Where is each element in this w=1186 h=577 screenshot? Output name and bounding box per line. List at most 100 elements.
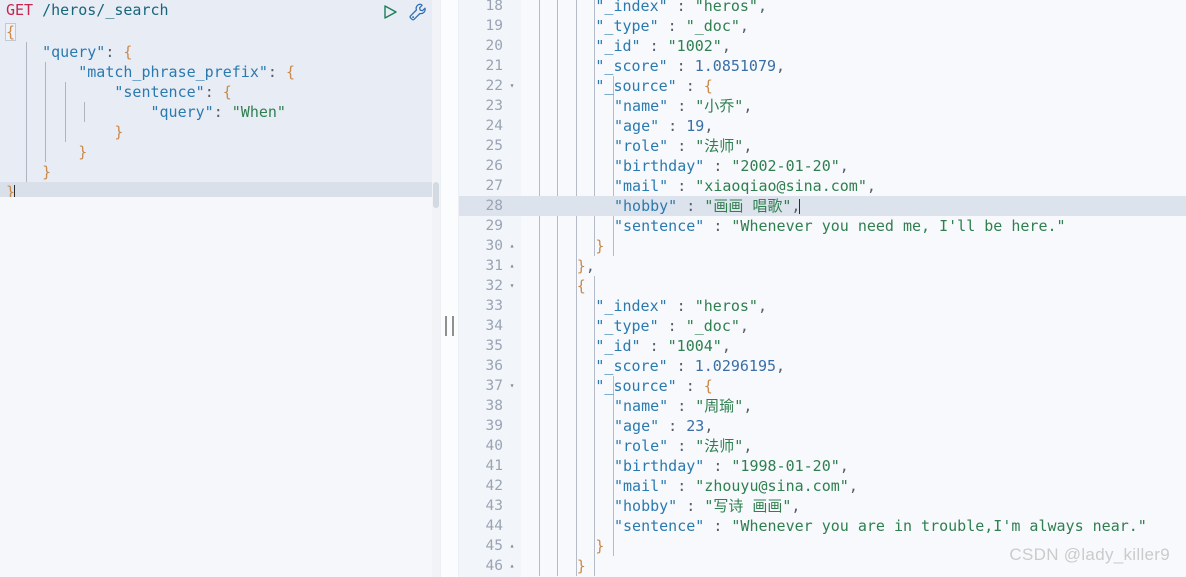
json-key: "_index" <box>595 0 668 15</box>
json-punct: { <box>703 377 713 395</box>
response-line[interactable]: 28 "hobby" : "画画 唱歌", <box>459 196 1186 216</box>
json-key: "hobby" <box>614 197 678 215</box>
json-punct: } <box>595 237 605 255</box>
response-line[interactable]: 34 "_type" : "_doc", <box>459 316 1186 336</box>
response-line[interactable]: 27 "mail" : "xiaoqiao@sina.com", <box>459 176 1186 196</box>
json-key: "_source" <box>595 377 677 395</box>
response-line[interactable]: 38 "name" : "周瑜", <box>459 396 1186 416</box>
response-viewer-pane[interactable]: 18 "_index" : "heros", 19 "_type" : "_doc",… <box>459 0 1186 577</box>
json-string: "_doc" <box>685 317 740 335</box>
response-line[interactable]: 25 "role" : "法师", <box>459 136 1186 156</box>
json-punct: : <box>668 137 696 155</box>
json-punct: : <box>704 517 732 535</box>
response-line[interactable]: 30 ▴} <box>459 236 1186 256</box>
response-line[interactable]: 18 "_index" : "heros", <box>459 0 1186 16</box>
json-string: "1002" <box>667 37 722 55</box>
fold-collapse-icon[interactable]: ▴ <box>507 536 517 556</box>
fold-collapse-icon[interactable]: ▴ <box>507 556 517 576</box>
response-line-text: "_index" : "heros", <box>595 296 767 316</box>
editor-line[interactable]: } <box>0 162 440 182</box>
json-key: "name" <box>614 97 669 115</box>
fold-collapse-icon[interactable]: ▴ <box>507 256 517 276</box>
json-punct: } <box>576 557 586 575</box>
json-key: "mail" <box>614 477 669 495</box>
editor-line[interactable]: "query": { <box>0 42 440 62</box>
json-key: "name" <box>614 397 669 415</box>
line-number: 30 <box>485 238 503 254</box>
response-line[interactable]: 42 "mail" : "zhouyu@sina.com", <box>459 476 1186 496</box>
fold-expand-icon[interactable]: ▾ <box>507 376 517 396</box>
response-line[interactable]: 24 "age" : 19, <box>459 116 1186 136</box>
json-key: "_id" <box>595 37 641 55</box>
editor-empty-area[interactable] <box>0 197 440 577</box>
json-string: "画画 唱歌" <box>704 197 792 215</box>
request-method-line[interactable]: GET /heros/_search <box>0 0 440 20</box>
editor-line[interactable]: } <box>0 122 440 142</box>
response-line[interactable]: 26 "birthday" : "2002-01-20", <box>459 156 1186 176</box>
response-line-text: "_id" : "1004", <box>595 336 730 356</box>
request-path: /heros/_search <box>33 1 169 19</box>
json-key: "sentence" <box>614 217 705 235</box>
editor-line[interactable]: { <box>0 22 440 42</box>
wrench-icon[interactable] <box>408 2 428 22</box>
response-line-text: "name" : "周瑜", <box>614 396 752 416</box>
fold-expand-icon[interactable]: ▾ <box>507 76 517 96</box>
response-line[interactable]: 21 "_score" : 1.0851079, <box>459 56 1186 76</box>
pane-splitter[interactable] <box>440 0 459 577</box>
response-line-text: } <box>577 556 586 576</box>
response-line[interactable]: 20 "_id" : "1002", <box>459 36 1186 56</box>
line-number: 42 <box>485 478 503 494</box>
json-string: "1004" <box>667 337 722 355</box>
response-line[interactable]: 39 "age" : 23, <box>459 416 1186 436</box>
request-editor-pane[interactable]: GET /heros/_search{ "query": { "match_ph… <box>0 0 440 577</box>
line-number: 32 <box>485 278 503 294</box>
json-number: 1.0851079 <box>694 57 777 75</box>
response-line[interactable]: 41 "birthday" : "1998-01-20", <box>459 456 1186 476</box>
fold-expand-icon[interactable]: ▾ <box>507 276 517 296</box>
json-punct: : <box>668 477 696 495</box>
json-string: "heros" <box>694 0 758 15</box>
json-key: "role" <box>614 437 669 455</box>
json-punct: : <box>640 37 668 55</box>
editor-line[interactable]: } <box>0 142 440 162</box>
editor-scrollbar-track[interactable] <box>432 0 440 577</box>
json-number: 19 <box>686 117 705 135</box>
json-key: "_index" <box>595 297 668 315</box>
response-line-text: "birthday" : "1998-01-20", <box>614 456 849 476</box>
response-line[interactable]: 32 ▾ { <box>459 276 1186 296</box>
response-line[interactable]: 40 "role" : "法师", <box>459 436 1186 456</box>
response-line[interactable]: 43 "hobby" : "写诗 画画", <box>459 496 1186 516</box>
line-number: 29 <box>485 218 503 234</box>
json-key: "_score" <box>595 357 668 375</box>
line-number: 18 <box>485 0 503 14</box>
response-line[interactable]: 23 "name" : "小乔", <box>459 96 1186 116</box>
response-line-text: "_type" : "_doc", <box>595 16 749 36</box>
json-key: "birthday" <box>614 157 705 175</box>
response-line[interactable]: 33 "_index" : "heros", <box>459 296 1186 316</box>
editor-line[interactable]: "sentence": { <box>0 82 440 102</box>
request-editor-surface[interactable]: GET /heros/_search{ "query": { "match_ph… <box>0 0 440 202</box>
response-line[interactable]: 31 ▴}, <box>459 256 1186 276</box>
line-number: 37 <box>485 378 503 394</box>
splitter-grip-icon[interactable] <box>445 316 454 336</box>
editor-scrollbar-thumb[interactable] <box>433 182 439 208</box>
response-line[interactable]: 36 "_score" : 1.0296195, <box>459 356 1186 376</box>
response-line[interactable]: 22 ▾ "_source" : { <box>459 76 1186 96</box>
json-key: "_score" <box>595 57 668 75</box>
response-line[interactable]: 29 "sentence" : "Whenever you need me, I'… <box>459 216 1186 236</box>
line-number: 27 <box>485 178 503 194</box>
play-icon[interactable] <box>381 3 399 21</box>
response-line-text: } <box>595 536 604 556</box>
line-number: 26 <box>485 158 503 174</box>
json-punct: : <box>659 117 687 135</box>
editor-line[interactable]: "query": "When" <box>0 102 440 122</box>
response-line[interactable]: 19 "_type" : "_doc", <box>459 16 1186 36</box>
response-line[interactable]: 37 ▾ "_source" : { <box>459 376 1186 396</box>
fold-collapse-icon[interactable]: ▴ <box>507 236 517 256</box>
json-key: "sentence" <box>614 517 705 535</box>
editor-line[interactable]: "match_phrase_prefix": { <box>0 62 440 82</box>
response-line[interactable]: 44 "sentence" : "Whenever you are in trou… <box>459 516 1186 536</box>
json-string: "周瑜" <box>695 397 744 415</box>
editor-action-icons[interactable] <box>381 2 428 22</box>
response-line[interactable]: 35 "_id" : "1004", <box>459 336 1186 356</box>
